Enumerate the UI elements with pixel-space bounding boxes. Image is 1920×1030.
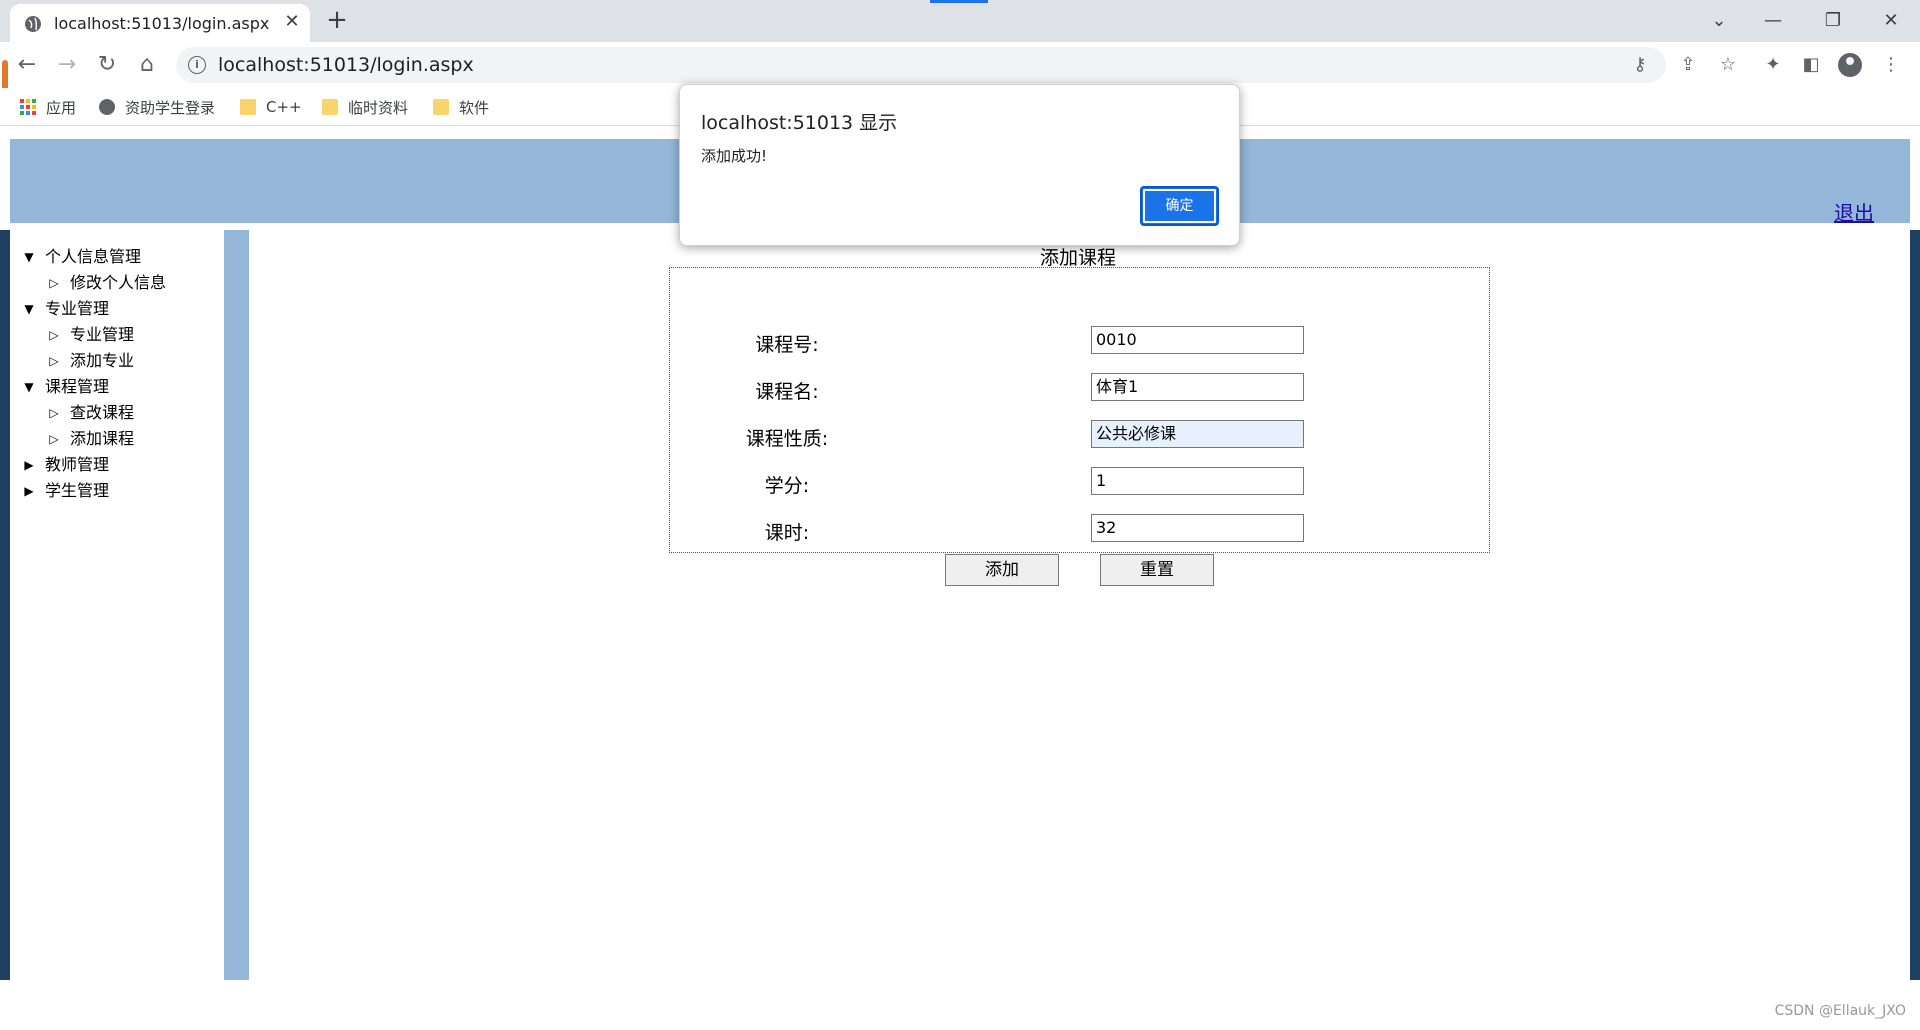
tree-node-personal[interactable]: ▼ 个人信息管理 [22, 244, 222, 270]
close-window-button[interactable]: ✕ [1876, 6, 1906, 36]
alert-dialog: localhost:51013 显示 添加成功! 确定 [679, 84, 1240, 246]
dialog-message: 添加成功! [701, 147, 768, 165]
back-icon[interactable]: ← [12, 50, 42, 80]
collapsed-arrow-icon[interactable]: ▶ [22, 452, 36, 478]
bookmark-software[interactable]: 软件 [433, 96, 489, 118]
tree-node-edit-profile[interactable]: ▷ 修改个人信息 [22, 270, 222, 296]
tab-bar: localhost:51013/login.aspx ✕ + ⌄ — ❐ ✕ [0, 0, 1920, 42]
tree-node-major-manage[interactable]: ▷ 专业管理 [22, 322, 222, 348]
tab-search-icon[interactable]: ⌄ [1704, 6, 1734, 36]
folder-icon [433, 99, 449, 115]
url-text[interactable]: localhost:51013/login.aspx [218, 54, 474, 76]
globe-icon [25, 16, 41, 32]
logout-link[interactable]: 退出 [1834, 197, 1874, 226]
extensions-icon[interactable]: ✦ [1758, 50, 1788, 80]
bookmark-label: 应用 [46, 98, 77, 117]
credit-input[interactable]: 1 [1091, 467, 1304, 495]
course-type-label: 课程性质: [745, 428, 829, 450]
tree-node-teacher[interactable]: ▶ 教师管理 [22, 452, 222, 478]
bookmark-apps[interactable]: 应用 [20, 96, 76, 118]
tree-node-label[interactable]: 添加专业 [70, 348, 134, 374]
minimize-button[interactable]: — [1758, 6, 1788, 36]
leaf-arrow-icon: ▷ [49, 432, 59, 446]
hours-input[interactable]: 32 [1091, 514, 1304, 542]
tree-node-label[interactable]: 学生管理 [45, 478, 109, 504]
bookmark-label: 临时资料 [348, 98, 409, 117]
watermark: CSDN @Ellauk_JXO [1774, 1003, 1906, 1019]
tree-node-label[interactable]: 个人信息管理 [45, 244, 141, 270]
home-icon[interactable]: ⌂ [132, 50, 162, 80]
bookmark-label: 资助学生登录 [125, 98, 216, 117]
expanded-arrow-icon[interactable]: ▼ [22, 244, 36, 270]
restore-button[interactable]: ❐ [1818, 6, 1848, 36]
globe-icon [99, 99, 115, 115]
bookmark-star-icon[interactable]: ☆ [1716, 54, 1740, 76]
course-name-input[interactable]: 体育1 [1091, 373, 1304, 401]
profile-avatar[interactable] [1838, 53, 1862, 77]
menu-icon[interactable]: ⋮ [1876, 50, 1906, 80]
site-info-icon[interactable]: i [188, 56, 206, 74]
new-tab-button[interactable]: + [323, 6, 351, 34]
collapsed-arrow-icon[interactable]: ▶ [22, 478, 36, 504]
bookmark-label: 软件 [459, 98, 490, 117]
course-type-input[interactable]: 公共必修课 [1091, 420, 1304, 448]
leaf-arrow-icon: ▷ [49, 276, 59, 290]
folder-icon [322, 99, 338, 115]
forward-icon[interactable]: → [52, 50, 82, 80]
tree-node-label[interactable]: 查改课程 [70, 400, 134, 426]
bookmark-student-login[interactable]: 资助学生登录 [99, 96, 215, 118]
course-form-box [669, 267, 1490, 553]
leaf-arrow-icon: ▷ [49, 328, 59, 342]
course-id-input[interactable]: 0010 [1091, 326, 1304, 354]
ok-button[interactable]: 确定 [1140, 186, 1219, 226]
tree-node-label[interactable]: 专业管理 [45, 296, 109, 322]
expanded-arrow-icon[interactable]: ▼ [22, 296, 36, 322]
leaf-arrow-icon: ▷ [49, 354, 59, 368]
sidebar-separator [224, 230, 249, 980]
bookmark-label: C++ [266, 98, 302, 116]
tab-close-icon[interactable]: ✕ [280, 10, 304, 34]
dialog-title: localhost:51013 显示 [701, 112, 898, 134]
tree-node-query-course[interactable]: ▷ 查改课程 [22, 400, 222, 426]
address-bar[interactable]: i localhost:51013/login.aspx ⚷ ⇪ ☆ [176, 47, 1736, 83]
tree-node-label[interactable]: 教师管理 [45, 452, 109, 478]
tab-title: localhost:51013/login.aspx [54, 14, 270, 33]
folder-icon [240, 99, 256, 115]
tree-node-student[interactable]: ▶ 学生管理 [22, 478, 222, 504]
top-accent-bar [930, 0, 988, 3]
hours-label: 课时: [764, 522, 810, 544]
tree-node-major[interactable]: ▼ 专业管理 [22, 296, 222, 322]
left-border [0, 230, 10, 980]
reset-button[interactable]: 重置 [1100, 554, 1214, 586]
tree-node-label[interactable]: 修改个人信息 [70, 270, 166, 296]
reload-icon[interactable]: ↻ [92, 50, 122, 80]
course-id-label: 课程号: [755, 334, 819, 356]
tree-node-label[interactable]: 添加课程 [70, 426, 134, 452]
key-icon[interactable]: ⚷ [1628, 54, 1652, 76]
bookmark-cpp[interactable]: C++ [240, 96, 302, 118]
tree-node-label[interactable]: 课程管理 [45, 374, 109, 400]
bookmark-temp[interactable]: 临时资料 [322, 96, 408, 118]
tree-node-add-course[interactable]: ▷ 添加课程 [22, 426, 222, 452]
leaf-arrow-icon: ▷ [49, 406, 59, 420]
browser-toolbar: ← → ↻ ⌂ i localhost:51013/login.aspx ⚷ ⇪… [0, 42, 1920, 88]
sidebar-tree: ▼ 个人信息管理 ▷ 修改个人信息 ▼ 专业管理 ▷ 专业管理 ▷ 添加专业 ▼… [22, 244, 222, 504]
side-panel-icon[interactable]: ◧ [1796, 50, 1826, 80]
tree-node-add-major[interactable]: ▷ 添加专业 [22, 348, 222, 374]
expanded-arrow-icon[interactable]: ▼ [22, 374, 36, 400]
course-name-label: 课程名: [755, 381, 819, 403]
tree-node-course[interactable]: ▼ 课程管理 [22, 374, 222, 400]
credit-label: 学分: [764, 475, 810, 497]
tree-node-label[interactable]: 专业管理 [70, 322, 134, 348]
right-border [1910, 230, 1920, 980]
add-button[interactable]: 添加 [945, 554, 1059, 586]
apps-icon [20, 99, 36, 115]
share-icon[interactable]: ⇪ [1676, 54, 1700, 76]
browser-tab[interactable]: localhost:51013/login.aspx ✕ [10, 4, 310, 42]
form-title: 添加课程 [1040, 247, 1117, 269]
